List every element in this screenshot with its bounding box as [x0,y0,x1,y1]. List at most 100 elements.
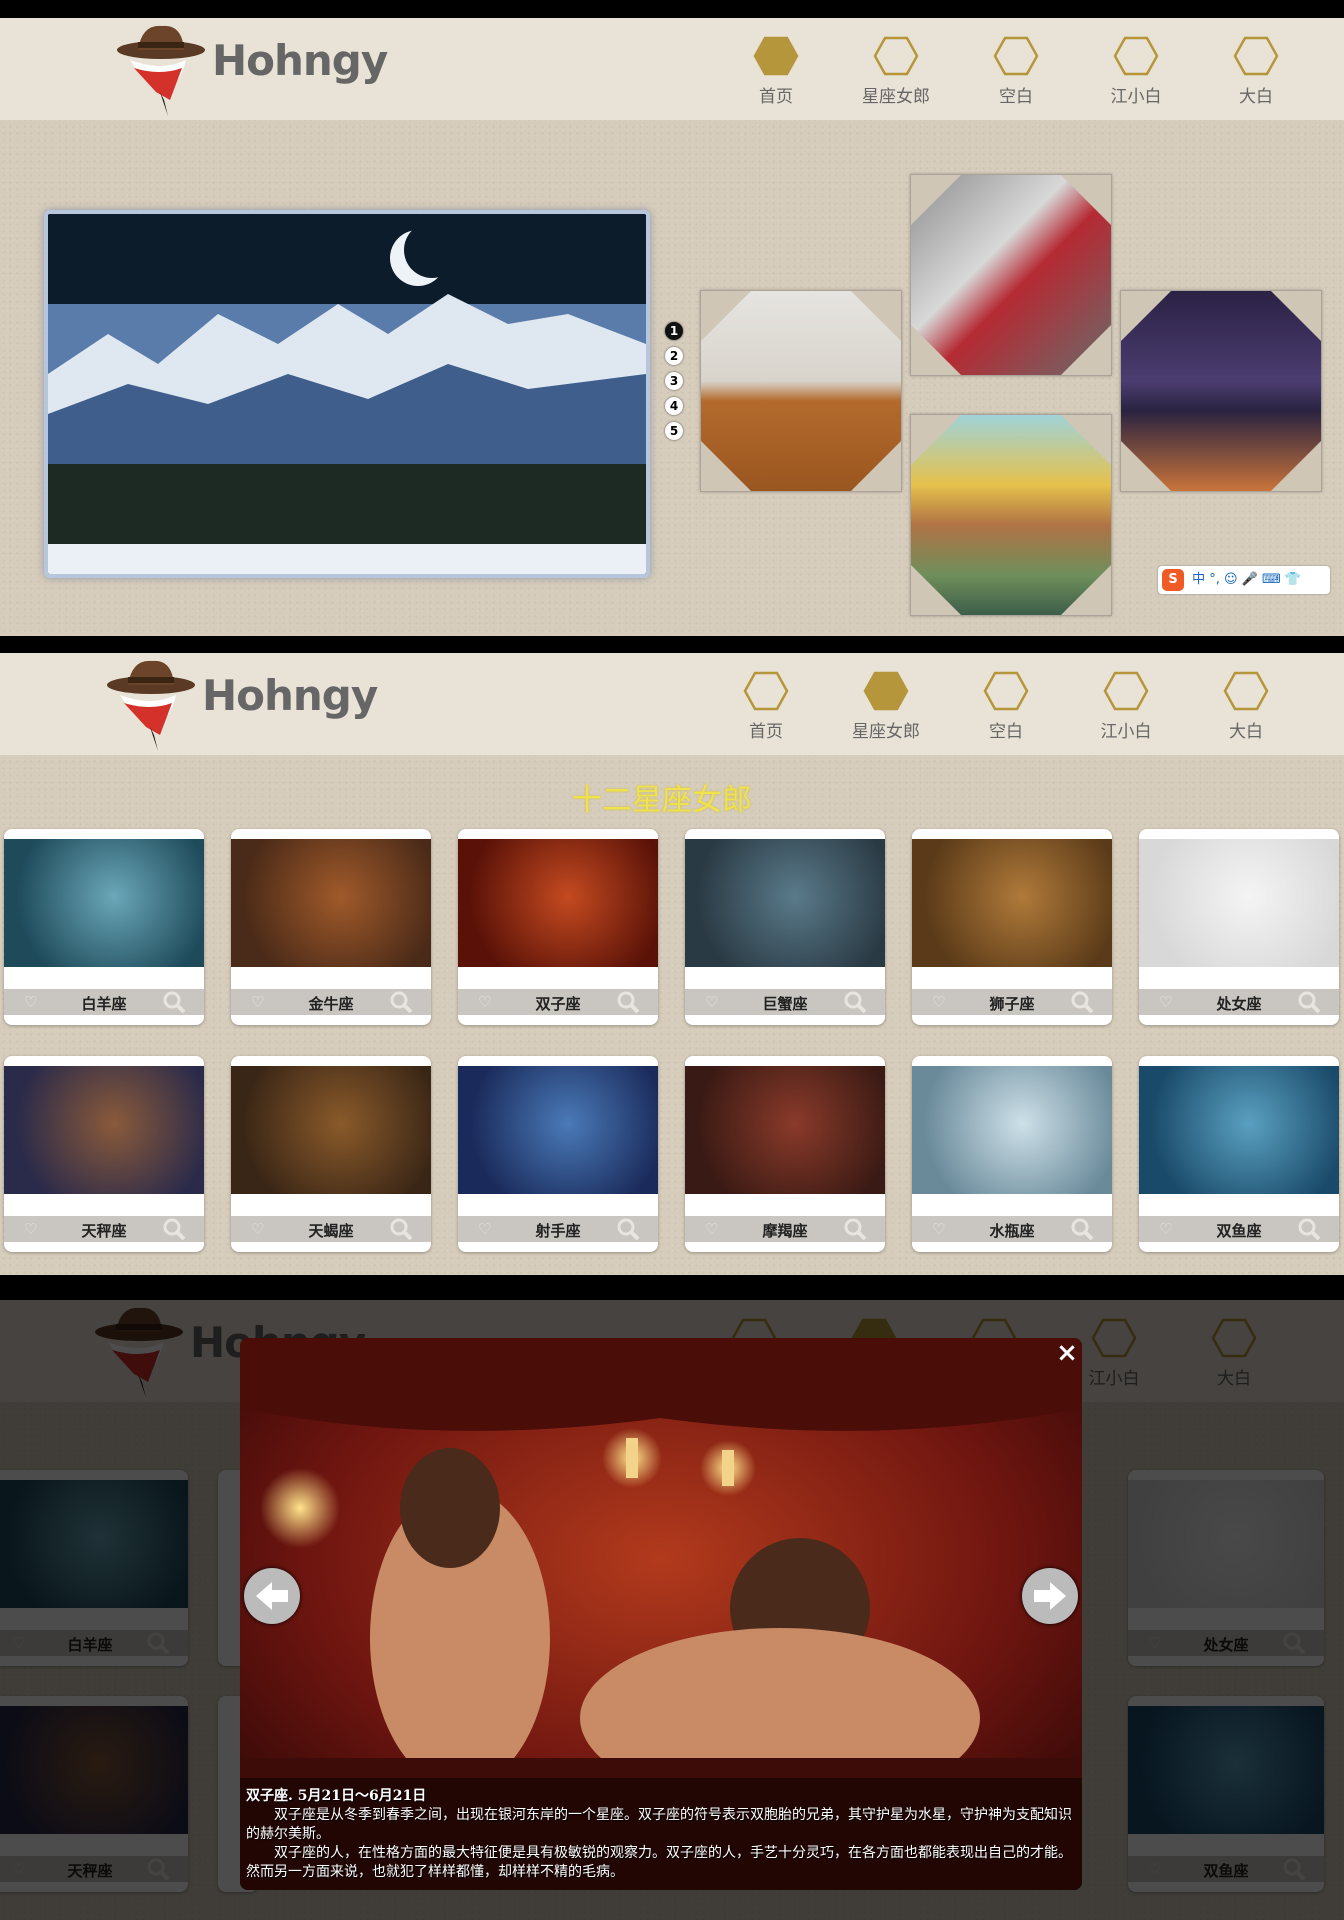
zodiac-image[interactable] [4,839,204,967]
nav-item-1[interactable]: 星座女郎 [836,671,936,761]
ime-toolbar[interactable]: S 中 °, ☺ 🎤 ⌨ 👕 [1158,566,1330,594]
zodiac-image[interactable] [685,1066,885,1194]
gallery-octagon-bridge[interactable] [1120,290,1322,492]
gallery-octagon-tricycle[interactable] [910,174,1112,376]
nav-label: 江小白 [1110,87,1162,107]
zodiac-card[interactable]: ♡ 水瓶座 [912,1056,1112,1252]
zodiac-image[interactable] [1139,1066,1339,1194]
zodiac-image[interactable] [912,839,1112,967]
zodiac-image[interactable] [458,1066,658,1194]
hexagon-icon [873,36,919,76]
zodiac-section-title: 十二星座女郎 [572,783,752,818]
nav-item-1[interactable]: 星座女郎 [846,36,946,126]
nav-label: 首页 [759,87,793,107]
zodiac-card[interactable]: ♡ 双子座 [458,829,658,1025]
zodiac-image[interactable] [912,1066,1112,1194]
zoom-icon[interactable] [162,990,186,1014]
zodiac-image[interactable] [4,1066,204,1194]
logo-icon[interactable] [106,655,196,755]
logo-icon[interactable] [116,20,206,120]
card-footer: ♡双鱼座 [1139,1216,1339,1242]
zoom-icon[interactable] [843,1217,867,1241]
nav-item-2[interactable]: 空白 [956,671,1056,761]
logo-text[interactable]: Hohngy [212,36,388,85]
hero-image-mountain [48,214,646,574]
zoom-icon[interactable] [843,990,867,1014]
zodiac-card[interactable]: ♡ 巨蟹座 [685,829,885,1025]
nav-label: 星座女郎 [862,87,930,107]
zoom-icon[interactable] [1297,1217,1321,1241]
sogou-icon[interactable]: S [1162,569,1184,591]
card-footer: ♡ 水瓶座 [912,1216,1112,1242]
hexagon-icon [863,671,909,711]
card-footer: ♡ 摩羯座 [685,1216,885,1242]
nav-item-2[interactable]: 空白 [966,36,1066,126]
hexagon-icon [983,671,1029,711]
nav-item-3[interactable]: 江小白 [1086,36,1186,126]
nav-label: 大白 [1239,87,1273,107]
card-footer: ♡处女座 [1139,989,1339,1015]
arrow-right-icon [1034,1582,1066,1610]
slider-dot-2[interactable]: 2 [665,347,683,365]
slider-dot-5[interactable]: 5 [665,422,683,440]
hexagon-icon [743,671,789,711]
panel-lightbox: Hohngy 首页星座女郎空白江小白大白 ♡白羊座♡处女座♡天秤座♡双鱼座 × [0,1300,1344,1920]
nav-item-0[interactable]: 首页 [716,671,816,761]
card-footer: ♡ 双子座 [458,989,658,1015]
zodiac-card[interactable]: ♡双鱼座 [1139,1056,1339,1252]
hero-slider[interactable] [44,210,650,578]
zodiac-image[interactable] [231,839,431,967]
ime-tool-icons[interactable]: 中 °, ☺ 🎤 ⌨ 👕 [1192,572,1301,587]
zodiac-card[interactable]: ♡处女座 [1139,829,1339,1025]
caption-paragraph-1: 双子座是从冬季到春季之间，出现在银河东岸的一个星座。双子座的符号表示双胞胎的兄弟… [246,1807,1072,1842]
zodiac-card[interactable]: ♡ 金牛座 [231,829,431,1025]
zoom-icon[interactable] [1070,990,1094,1014]
zodiac-image[interactable] [458,839,658,967]
nav-label: 江小白 [1100,722,1152,742]
zoom-icon[interactable] [389,990,413,1014]
nav-item-0[interactable]: 首页 [726,36,826,126]
zodiac-card[interactable]: ♡白羊座 [4,829,204,1025]
zodiac-image[interactable] [685,839,885,967]
hexagon-icon [1223,671,1269,711]
zoom-icon[interactable] [1297,990,1321,1014]
zodiac-image[interactable] [231,1066,431,1194]
card-footer: ♡天秤座 [4,1216,204,1242]
logo-text[interactable]: Hohngy [202,671,378,720]
lightbox-caption: 双子座. 5月21日～6月21日 双子座是从冬季到春季之间，出现在银河东岸的一个… [240,1783,1082,1890]
panel-zodiac: Hohngy 首页 星座女郎 空白 江小白 大白 十二星座女郎 ♡ 白羊座 ♡ 金牛座 ♡ 双子座… [0,653,1344,1275]
gallery-octagon-canal[interactable] [910,414,1112,616]
slider-dot-4[interactable]: 4 [665,397,683,415]
hexagon-icon [993,36,1039,76]
nav-item-3[interactable]: 江小白 [1076,671,1176,761]
zodiac-card[interactable]: ♡天秤座 [4,1056,204,1252]
card-footer: ♡ 狮子座 [912,989,1112,1015]
zodiac-card[interactable]: ♡ 天蝎座 [231,1056,431,1252]
gallery-octagon-desk[interactable] [700,290,902,492]
zodiac-card[interactable]: ♡ 狮子座 [912,829,1112,1025]
close-icon[interactable]: × [1056,1340,1078,1366]
card-footer: ♡ 射手座 [458,1216,658,1242]
prev-arrow-button[interactable] [244,1568,300,1624]
zoom-icon[interactable] [1070,1217,1094,1241]
slider-dot-1[interactable]: 1 [665,322,683,340]
zodiac-card[interactable]: ♡ 摩羯座 [685,1056,885,1252]
panel-home: Hohngy 首页 星座女郎 空白 江小白 大白 1 2 3 4 5 S 中 °, ☺ 🎤 ⌨ … [0,18,1344,636]
zodiac-image[interactable] [1139,839,1339,967]
zodiac-card[interactable]: ♡ 射手座 [458,1056,658,1252]
slider-dot-3[interactable]: 3 [665,372,683,390]
zoom-icon[interactable] [616,990,640,1014]
nav-item-4[interactable]: 大白 [1196,671,1296,761]
lightbox-modal: × 双子座. 5月21日～6月21日 双子座是从冬季到春季之间，出现在银河东岸的… [240,1338,1082,1890]
nav-label: 大白 [1229,722,1263,742]
zoom-icon[interactable] [616,1217,640,1241]
card-footer: ♡ 巨蟹座 [685,989,885,1015]
slider-pagination: 1 2 3 4 5 [665,322,683,447]
caption-title: 双子座. 5月21日～6月21日 [246,1788,427,1804]
zoom-icon[interactable] [162,1217,186,1241]
card-footer: ♡ 天蝎座 [231,1216,431,1242]
hexagon-icon [753,36,799,76]
next-arrow-button[interactable] [1022,1568,1078,1624]
nav-item-4[interactable]: 大白 [1206,36,1306,126]
zoom-icon[interactable] [389,1217,413,1241]
